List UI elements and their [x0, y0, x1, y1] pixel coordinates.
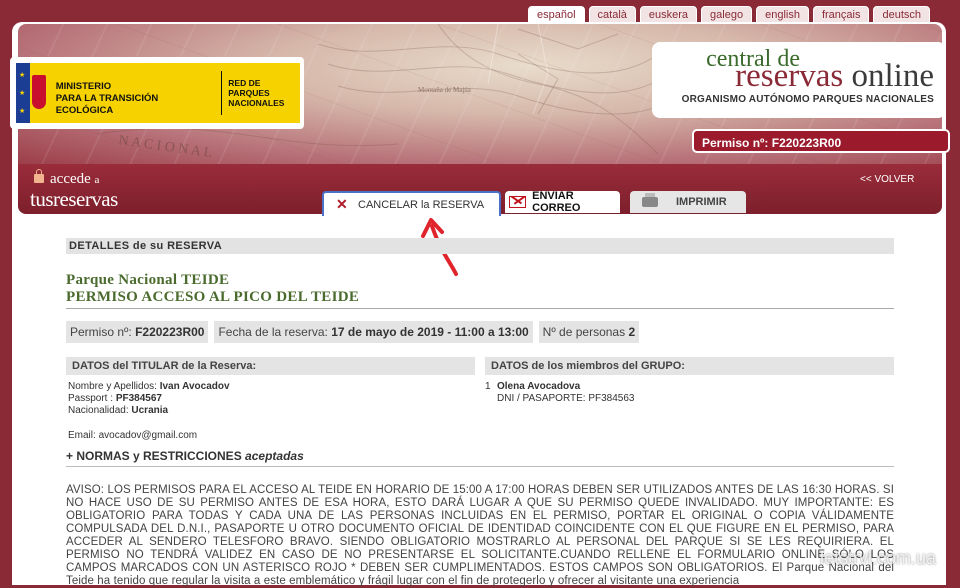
holder-email: Email: avocadov@gmail.com [68, 430, 198, 441]
accede-tus-reservas-logo[interactable]: accede a tusreservas [30, 169, 118, 210]
printer-icon [642, 193, 658, 207]
print-button[interactable]: IMPRIMIR [630, 191, 746, 213]
send-email-button[interactable]: ENVIAR CORREO [505, 190, 620, 214]
reservation-details: DETALLES de su RESERVA Parque Nacional T… [66, 238, 894, 588]
notice-text: AVISO: LOS PERMISOS PARA EL ACCESO AL TE… [66, 484, 894, 587]
group-data: DATOS de los miembros del GRUPO: 1 Olena… [485, 357, 894, 441]
central-reservas-logo: central de reservas online ORGANISMO AUT… [652, 42, 946, 118]
park-title: Parque Nacional TEIDE PERMISO ACCESO AL … [66, 272, 894, 306]
close-icon: ✕ [336, 196, 348, 212]
svg-text:Montaña de Majúa: Montaña de Majúa [418, 86, 472, 94]
section-title: DETALLES de su RESERVA [66, 238, 894, 254]
parks-network-name: RED DE PARQUES NACIONALES [228, 78, 285, 108]
central-logo-line2: reservas online [735, 58, 934, 94]
ministry-name: MINISTERIO PARA LA TRANSICIÓN ECOLÓGICA [55, 81, 159, 116]
permit-type: PERMISO ACCESO AL PICO DEL TEIDE [66, 289, 360, 305]
permit-number-chip: Permiso nº: F220223R00 [66, 321, 209, 343]
action-tabs: ✕ CANCELAR la RESERVA ENVIAR CORREO IMPR… [322, 190, 746, 216]
permit-number-badge: Permiso nº: F220223R00 [692, 129, 950, 153]
persons-count-chip: Nº de personas 2 [538, 321, 640, 343]
ministry-logo: ★ ★ ★ MINISTERIO PARA LA TRANSICIÓN ECOL… [10, 57, 304, 129]
spain-crest-icon: ★ ★ ★ [16, 63, 52, 123]
holder-info: Nombre y Apellidos: Ivan Avocadov Passpo… [68, 381, 230, 416]
svg-text:N A C I O N A L: N A C I O N A L [117, 133, 213, 161]
reservation-summary: Permiso nº: F220223R00 Fecha de la reser… [66, 321, 894, 343]
holder-data: DATOS del TITULAR de la Reserva: Nombre … [66, 357, 475, 441]
list-item: 1 Olena Avocadova DNI / PASAPORTE: PF384… [485, 381, 635, 404]
reservation-date-chip: Fecha de la reserva: 17 de mayo de 2019 … [214, 321, 533, 343]
watermark: letstrvl.com.ua [820, 548, 937, 568]
envelope-icon [509, 196, 527, 208]
central-logo-subtitle: ORGANISMO AUTÓNOMO PARQUES NACIONALES [681, 94, 934, 105]
park-name: Parque Nacional TEIDE [66, 272, 230, 288]
lock-icon [34, 169, 44, 183]
back-link[interactable]: << VOLVER [860, 174, 914, 185]
group-heading: DATOS de los miembros del GRUPO: [485, 357, 894, 375]
rules-toggle[interactable]: + NORMAS y RESTRICCIONES aceptadas [66, 449, 894, 467]
holder-heading: DATOS del TITULAR de la Reserva: [66, 357, 475, 375]
cancel-reservation-button[interactable]: ✕ CANCELAR la RESERVA [322, 191, 501, 216]
